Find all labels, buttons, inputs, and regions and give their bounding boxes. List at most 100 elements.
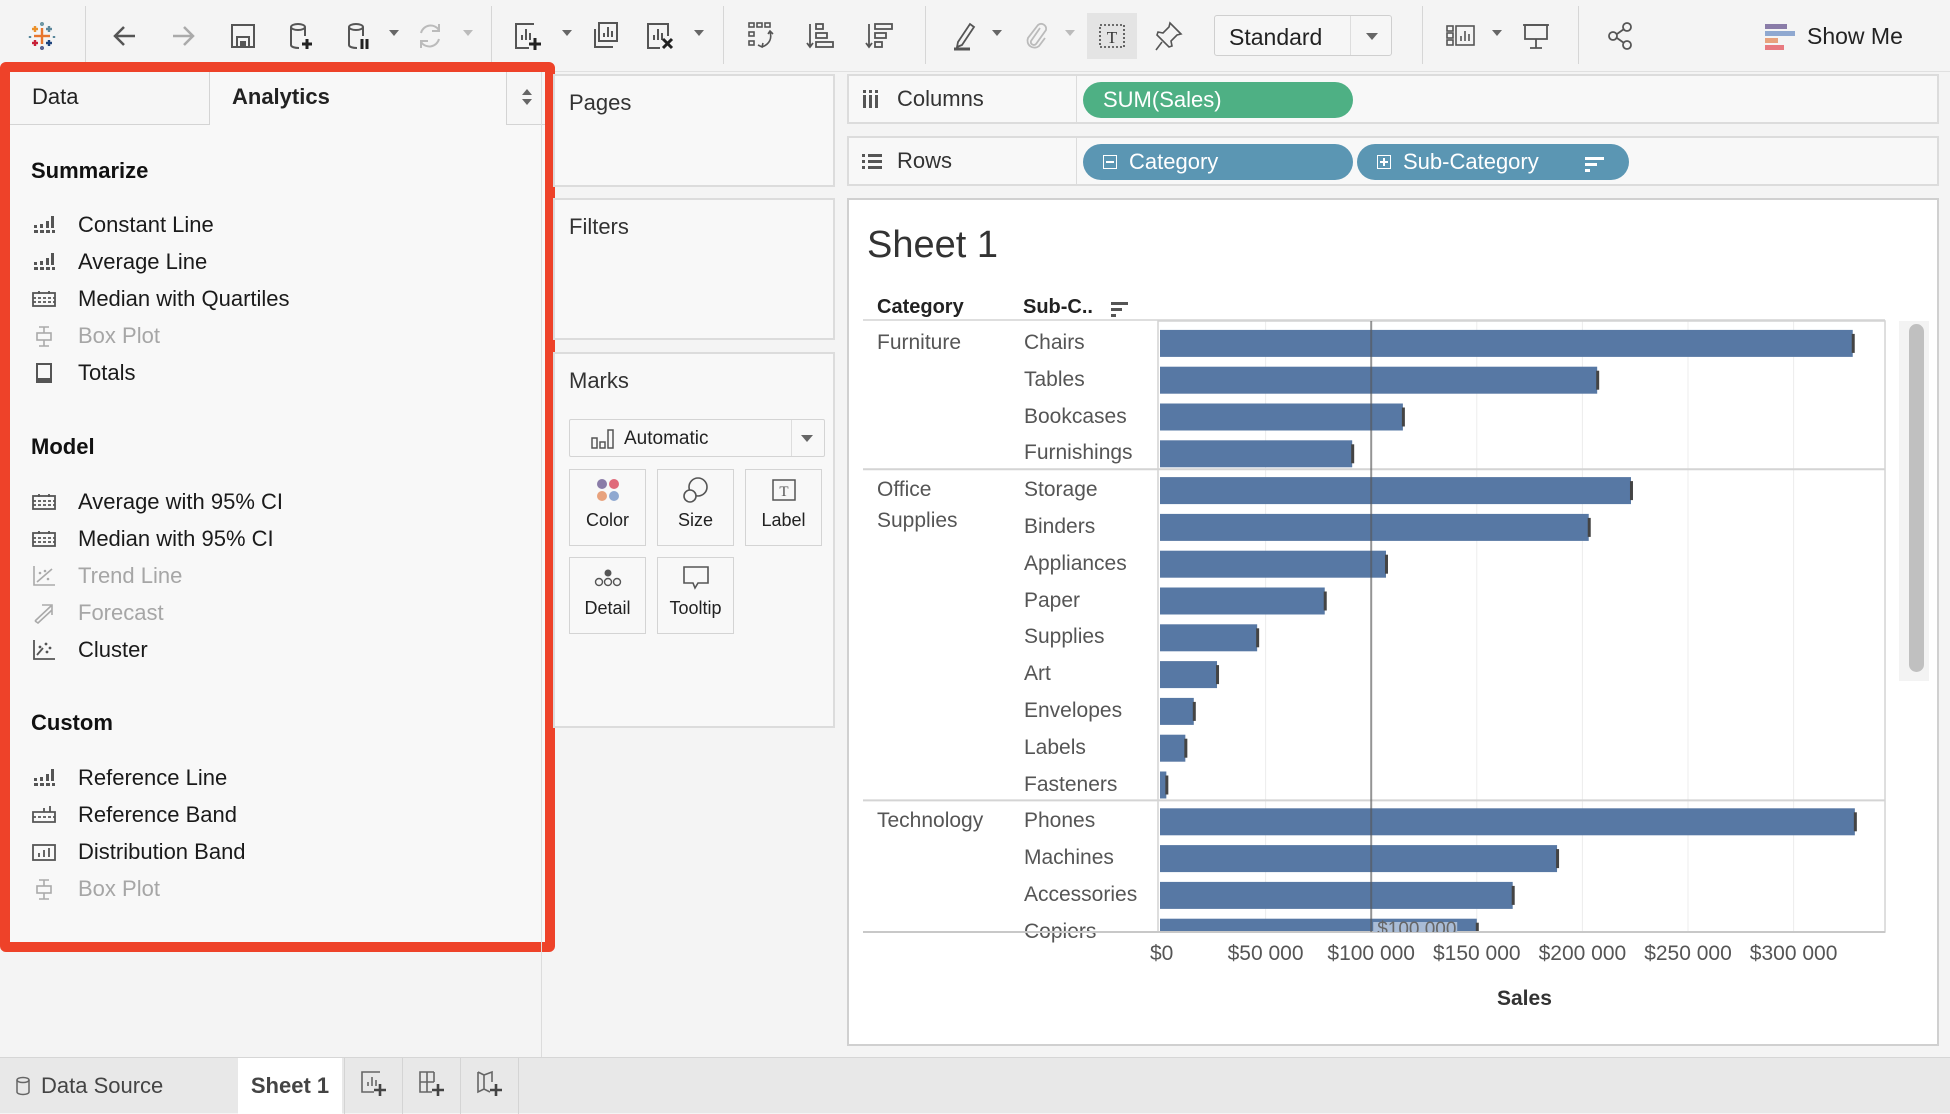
- bar-chairs[interactable]: [1160, 329, 1853, 357]
- tab-analytics[interactable]: Analytics: [210, 72, 506, 125]
- median-ci-icon: [31, 527, 57, 551]
- bar-envelopes[interactable]: [1160, 697, 1194, 725]
- view-mode-dropdown[interactable]: Standard: [1214, 15, 1392, 56]
- bar-end-marker: [1511, 885, 1515, 905]
- bar-end-marker: [1401, 407, 1405, 427]
- show-cards-dropdown[interactable]: [1492, 30, 1502, 36]
- tab-analytics-label: Analytics: [232, 84, 330, 109]
- pane-scroll-toggle[interactable]: [506, 72, 545, 125]
- refresh-icon[interactable]: [412, 18, 448, 54]
- analytics-item-label: Average with 95% CI: [78, 489, 284, 514]
- forward-arrow-icon[interactable]: [165, 18, 201, 54]
- bar-tables[interactable]: [1160, 366, 1598, 394]
- pause-updates-icon[interactable]: [340, 18, 376, 54]
- bar-phones[interactable]: [1160, 808, 1855, 836]
- sheet-tabs-bar: Data Source Sheet 1: [0, 1057, 1950, 1114]
- columns-shelf[interactable]: Columns SUM(Sales): [847, 74, 1939, 124]
- pill-sum-sales[interactable]: SUM(Sales): [1083, 82, 1353, 118]
- data-source-tab[interactable]: Data Source: [15, 1058, 163, 1114]
- bar-end-marker: [1351, 444, 1355, 464]
- new-story-tab-button[interactable]: [474, 1058, 504, 1114]
- analytics-item-average-ci[interactable]: Average with 95% CI: [31, 487, 283, 517]
- analytics-item-reference-band[interactable]: Reference Band: [31, 800, 237, 830]
- show-me-bar: [1765, 38, 1778, 43]
- duplicate-sheet-icon[interactable]: [587, 18, 623, 54]
- size-button[interactable]: Size: [657, 469, 734, 546]
- show-cards-icon[interactable]: [1443, 18, 1479, 54]
- bar-supplies[interactable]: [1160, 624, 1258, 652]
- toolbar-divider: [925, 6, 926, 64]
- bar-furnishings[interactable]: [1160, 440, 1353, 468]
- dropdown-split: [791, 420, 792, 456]
- clear-sheet-icon[interactable]: [642, 18, 678, 54]
- analytics-item-distribution-band[interactable]: Distribution Band: [31, 837, 246, 867]
- bar-storage[interactable]: [1160, 477, 1631, 505]
- analytics-item-trend-line[interactable]: Trend Line: [31, 561, 182, 591]
- rows-shelf[interactable]: Rows Category Sub-Category: [847, 136, 1939, 186]
- group-members-dropdown[interactable]: [1065, 30, 1075, 36]
- analytics-item-constant-line[interactable]: Constant Line: [31, 210, 214, 240]
- bar-labels[interactable]: [1160, 734, 1186, 762]
- new-data-source-icon[interactable]: [282, 18, 318, 54]
- detail-button[interactable]: Detail: [569, 557, 646, 634]
- bar-bookcases[interactable]: [1160, 403, 1403, 431]
- analytics-item-box-plot-custom[interactable]: Box Plot: [31, 874, 160, 904]
- pill-sub-category[interactable]: Sub-Category: [1357, 144, 1629, 180]
- tableau-logo-icon[interactable]: [24, 18, 60, 54]
- swap-rows-columns-icon[interactable]: [744, 18, 780, 54]
- mark-type-dropdown[interactable]: Automatic: [569, 419, 825, 457]
- label-label: Label: [761, 510, 806, 530]
- bar-machines[interactable]: [1160, 845, 1558, 873]
- pages-card[interactable]: Pages: [553, 74, 835, 187]
- bar-binders[interactable]: [1160, 513, 1589, 541]
- tab-data[interactable]: Data: [10, 72, 210, 125]
- new-worksheet-dropdown[interactable]: [562, 30, 572, 36]
- clear-sheet-dropdown[interactable]: [694, 30, 704, 36]
- analytics-item-box-plot[interactable]: Box Plot: [31, 321, 160, 351]
- bar-appliances[interactable]: [1160, 550, 1386, 578]
- analytics-item-average-line[interactable]: Average Line: [31, 247, 207, 277]
- filters-card[interactable]: Filters: [553, 198, 835, 340]
- new-worksheet-icon[interactable]: [510, 18, 546, 54]
- rows-icon: [861, 151, 883, 171]
- share-icon[interactable]: [1603, 18, 1639, 54]
- analytics-item-forecast[interactable]: Forecast: [31, 598, 164, 628]
- tab-separator: [344, 1058, 345, 1114]
- new-dashboard-tab-button[interactable]: [416, 1058, 446, 1114]
- pause-updates-dropdown[interactable]: [389, 30, 399, 36]
- pane-divider[interactable]: [541, 72, 542, 1057]
- refresh-dropdown[interactable]: [463, 30, 473, 36]
- scrollbar-thumb[interactable]: [1909, 324, 1924, 672]
- expand-icon: [1377, 155, 1391, 169]
- analytics-item-reference-line[interactable]: Reference Line: [31, 763, 227, 793]
- show-me-button[interactable]: Show Me: [1765, 18, 1903, 54]
- group-members-icon[interactable]: [1018, 18, 1054, 54]
- save-icon[interactable]: [225, 18, 261, 54]
- back-arrow-icon[interactable]: [107, 18, 143, 54]
- show-mark-labels-icon[interactable]: T: [1087, 13, 1137, 59]
- bar-end-marker: [1165, 775, 1169, 795]
- color-button[interactable]: Color: [569, 469, 646, 546]
- presentation-mode-icon[interactable]: [1518, 18, 1554, 54]
- bar-art[interactable]: [1160, 661, 1218, 689]
- analytics-item-median-ci[interactable]: Median with 95% CI: [31, 524, 274, 554]
- analytics-item-totals[interactable]: Totals: [31, 358, 135, 388]
- sort-descending-icon[interactable]: [862, 18, 898, 54]
- highlight-dropdown[interactable]: [992, 30, 1002, 36]
- marks-card: Marks Automatic Color Size T Label Detai…: [553, 352, 835, 728]
- fix-axes-icon[interactable]: [1150, 18, 1186, 54]
- sheet-1-tab[interactable]: Sheet 1: [238, 1058, 342, 1114]
- analytics-item-median-quartiles[interactable]: Median with Quartiles: [31, 284, 290, 314]
- box-plot-icon: [31, 877, 57, 901]
- bar-paper[interactable]: [1160, 587, 1325, 615]
- new-worksheet-tab-button[interactable]: [358, 1058, 388, 1114]
- sort-ascending-icon[interactable]: [803, 18, 839, 54]
- highlight-icon[interactable]: [946, 18, 982, 54]
- label-button[interactable]: T Label: [745, 469, 822, 546]
- collapse-icon: [1103, 155, 1117, 169]
- pill-category[interactable]: Category: [1083, 144, 1353, 180]
- tooltip-button[interactable]: Tooltip: [657, 557, 734, 634]
- bar-accessories[interactable]: [1160, 881, 1513, 909]
- analytics-item-cluster[interactable]: Cluster: [31, 635, 148, 665]
- vertical-scrollbar[interactable]: [1899, 321, 1929, 681]
